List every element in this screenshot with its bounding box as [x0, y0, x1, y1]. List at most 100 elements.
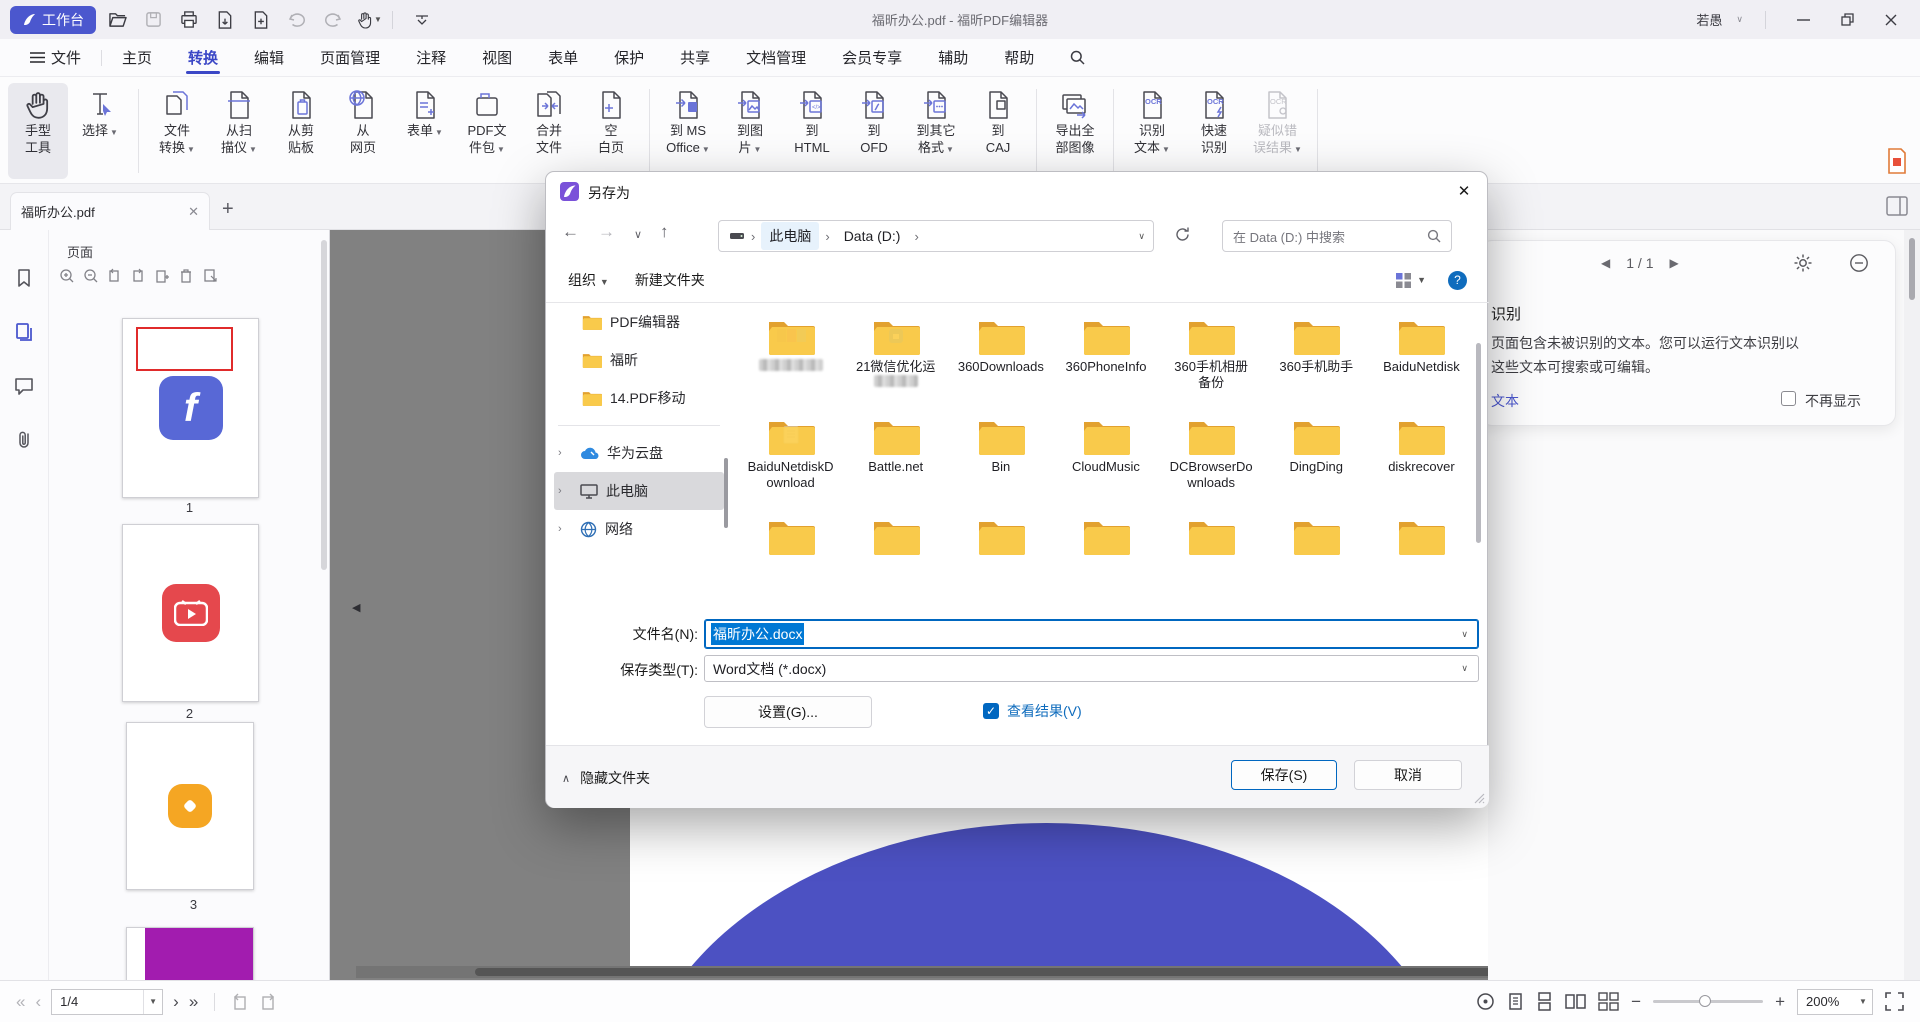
folder-item-CloudMusic[interactable]: CloudMusic	[1053, 417, 1158, 491]
ribbon-item-空白页[interactable]: 空白页	[581, 83, 641, 179]
ribbon-item-从剪贴板[interactable]: 从剪贴板	[271, 83, 331, 179]
folder-grid-scrollbar[interactable]	[1476, 343, 1481, 543]
view-results-checkbox[interactable]: ✓	[983, 703, 999, 719]
close-button[interactable]	[1876, 6, 1906, 34]
menu-item-1[interactable]: 文件	[14, 40, 97, 76]
expand-chevron-icon[interactable]: ›	[558, 523, 572, 535]
rotate-page-right-icon[interactable]	[131, 268, 146, 283]
expand-chevron-icon[interactable]: ›	[558, 447, 572, 459]
filetype-caret-icon[interactable]: ∨	[1461, 663, 1468, 674]
last-page-button[interactable]: »	[189, 992, 198, 1012]
zoom-out-button[interactable]: −	[1631, 992, 1641, 1012]
cancel-button[interactable]: 取消	[1354, 760, 1462, 790]
menu-item-5[interactable]: 页面管理	[304, 40, 396, 76]
page-number-field[interactable]: 1/4▼	[51, 989, 163, 1015]
comments-panel-icon[interactable]	[14, 376, 34, 396]
prev-page-button[interactable]: ‹	[35, 992, 41, 1012]
first-page-button[interactable]: «	[16, 992, 25, 1012]
folder-item-BaiduNetdisk[interactable]: BaiduNetdisk	[1369, 317, 1474, 391]
add-page-icon[interactable]	[246, 6, 276, 34]
rotate-page-left-icon[interactable]	[107, 268, 122, 283]
menu-item-8[interactable]: 表单	[532, 40, 594, 76]
folder-item-diskrecover[interactable]: diskrecover	[1369, 417, 1474, 491]
folder-item-21微信优化运[interactable]: 21微信优化运	[843, 317, 948, 391]
save-icon[interactable]	[138, 6, 168, 34]
settings-gear-icon[interactable]	[1793, 253, 1813, 273]
extract-page-icon[interactable]	[203, 268, 218, 283]
user-name[interactable]: 若愚	[1696, 10, 1722, 29]
recognize-text-link[interactable]: 文本	[1491, 391, 1519, 411]
refresh-icon[interactable]	[1174, 226, 1191, 243]
menu-item-6[interactable]: 注释	[400, 40, 462, 76]
view-mode-icon[interactable]	[1476, 992, 1495, 1011]
ribbon-item-导出全部图像[interactable]: 导出全部图像	[1045, 83, 1105, 179]
document-tab[interactable]: 福昕办公.pdf ✕	[10, 192, 210, 230]
dialog-close-button[interactable]: ✕	[1441, 172, 1487, 210]
nav-quick-14.PDF移动[interactable]: 14.PDF移动	[554, 379, 724, 417]
export-page-icon[interactable]	[210, 6, 240, 34]
folder-item[interactable]	[1159, 517, 1264, 555]
next-notice-icon[interactable]: ▶	[1669, 256, 1678, 270]
menu-item-13[interactable]: 辅助	[922, 40, 984, 76]
breadcrumb-data-d[interactable]: Data (D:)	[836, 224, 909, 248]
resize-grip[interactable]	[1473, 792, 1485, 804]
view-options-icon[interactable]: ▼	[1395, 272, 1426, 289]
search-icon[interactable]	[1427, 229, 1441, 243]
hand-tool-quick-icon[interactable]: ▼	[354, 6, 384, 34]
single-page-view-icon[interactable]	[1507, 992, 1524, 1011]
folder-item[interactable]	[1369, 517, 1474, 555]
zoom-in-thumbnails-icon[interactable]	[59, 268, 74, 283]
continuous-view-icon[interactable]	[1536, 992, 1553, 1011]
recent-locations-caret-icon[interactable]: ∨	[634, 228, 642, 241]
folder-item-Bin[interactable]: Bin	[948, 417, 1053, 491]
forward-button[interactable]: →	[598, 222, 615, 242]
menu-item-4[interactable]: 编辑	[238, 40, 300, 76]
menu-item-2[interactable]: 主页	[106, 40, 168, 76]
thumbnail-scrollbar[interactable]	[321, 240, 327, 570]
menu-item-7[interactable]: 视图	[466, 40, 528, 76]
folder-item-360手机相册备份[interactable]: 360手机相册备份	[1159, 317, 1264, 391]
ribbon-item-PDF文件包[interactable]: PDF文件包▼	[457, 83, 517, 179]
menu-search-button[interactable]	[1054, 40, 1101, 76]
tab-close-icon[interactable]: ✕	[188, 204, 199, 220]
folder-item-DCBrowserDownloads[interactable]: DCBrowserDownloads	[1159, 417, 1264, 491]
ribbon-item-快速识别[interactable]: OCR快速识别	[1184, 83, 1244, 179]
folder-item[interactable]	[1264, 517, 1369, 555]
filename-input[interactable]: 福昕办公.docx ∨	[704, 619, 1479, 649]
new-folder-button[interactable]: 新建文件夹	[635, 270, 705, 290]
user-menu-caret-icon[interactable]: ∨	[1736, 14, 1743, 25]
folder-item-360Downloads[interactable]: 360Downloads	[948, 317, 1053, 391]
prev-notice-icon[interactable]: ◀	[1601, 256, 1610, 270]
horizontal-scrollbar-thumb[interactable]	[475, 968, 1655, 976]
restore-button[interactable]	[1832, 6, 1862, 34]
nav-pane-scrollbar[interactable]	[724, 458, 728, 528]
folder-item[interactable]	[738, 317, 843, 391]
collapse-card-icon[interactable]	[1849, 253, 1869, 273]
delete-page-icon[interactable]	[179, 268, 194, 283]
search-input[interactable]: 在 Data (D:) 中搜索	[1222, 220, 1452, 252]
ribbon-item-到其它格式[interactable]: 到其它格式▼	[906, 83, 966, 179]
facing-continuous-view-icon[interactable]	[1598, 992, 1619, 1011]
fit-screen-icon[interactable]	[1885, 992, 1904, 1011]
workspace-button[interactable]: 工作台	[10, 6, 96, 34]
zoom-slider[interactable]	[1653, 1000, 1763, 1003]
nav-tree-网络[interactable]: ›网络	[554, 510, 724, 548]
zoom-caret-icon[interactable]: ▼	[1854, 997, 1872, 1006]
dont-show-checkbox[interactable]	[1781, 391, 1796, 406]
menu-item-14[interactable]: 帮助	[988, 40, 1050, 76]
breadcrumb-this-pc[interactable]: 此电脑	[761, 222, 819, 250]
zoom-slider-knob[interactable]	[1699, 995, 1711, 1007]
nav-quick-PDF编辑器[interactable]: PDF编辑器	[554, 303, 724, 341]
folder-item-DingDing[interactable]: DingDing	[1264, 417, 1369, 491]
nav-tree-此电脑[interactable]: ›此电脑	[554, 472, 724, 510]
customize-toolbar-icon[interactable]	[407, 6, 437, 34]
open-file-icon[interactable]	[102, 6, 132, 34]
facing-view-icon[interactable]	[1565, 992, 1586, 1011]
nav-quick-福昕[interactable]: 福昕	[554, 341, 724, 379]
ribbon-item-到HTML[interactable]: </>到HTML	[782, 83, 842, 179]
ribbon-item-疑似错误结果[interactable]: OCR疑似错误结果▼	[1246, 83, 1309, 179]
address-bar[interactable]: › 此电脑 › Data (D:) › ∨	[718, 220, 1154, 252]
folder-item-360PhoneInfo[interactable]: 360PhoneInfo	[1053, 317, 1158, 391]
minimize-button[interactable]	[1788, 6, 1818, 34]
folder-item[interactable]	[738, 517, 843, 555]
